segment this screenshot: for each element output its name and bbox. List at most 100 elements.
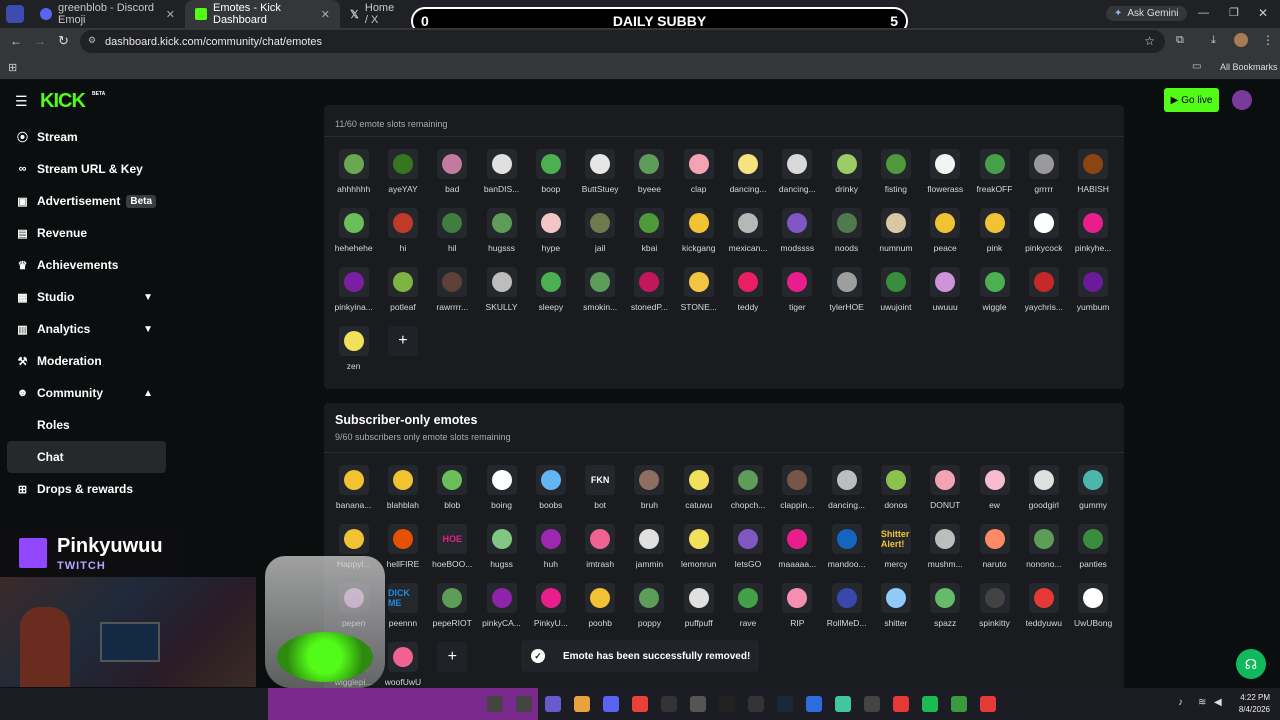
emote-item[interactable]: hype xyxy=(526,208,575,267)
tab-kick-dashboard[interactable]: Emotes - Kick Dashboard ✕ xyxy=(185,0,340,28)
ask-gemini-button[interactable]: ✦ Ask Gemini xyxy=(1106,6,1187,21)
emote-item[interactable]: bruh xyxy=(625,465,674,524)
emote-item[interactable]: woofUwU xyxy=(378,642,427,688)
emote-item[interactable]: uwuuu xyxy=(921,267,970,326)
emote-item[interactable]: poohb xyxy=(575,583,624,642)
sidebar-item-moderation[interactable]: ⚒ Moderation xyxy=(0,345,175,377)
emote-item[interactable]: ahhhhhh xyxy=(329,149,378,208)
emote-item[interactable]: uwujoint xyxy=(871,267,920,326)
taskbar-app-icon[interactable] xyxy=(544,696,561,712)
maximize-icon[interactable]: ❐ xyxy=(1229,6,1239,19)
emote-item[interactable]: jammin xyxy=(625,524,674,583)
sidebar-item-community[interactable]: ☻ Community ▲ xyxy=(0,377,175,409)
sidebar-item-achievements[interactable]: ♛ Achievements xyxy=(0,249,175,281)
taskbar-app-icon[interactable] xyxy=(631,696,648,712)
emote-item[interactable]: boobs xyxy=(526,465,575,524)
emote-item[interactable]: ew xyxy=(970,465,1019,524)
clock-date[interactable]: 8/4/2026 xyxy=(1234,705,1270,714)
emote-item[interactable]: pinkyhe... xyxy=(1068,208,1117,267)
close-icon[interactable]: ✕ xyxy=(166,8,175,21)
emote-item[interactable]: DONUT xyxy=(921,465,970,524)
tab-search-icon[interactable] xyxy=(6,5,24,23)
site-info-icon[interactable]: ⚙ xyxy=(88,35,96,46)
taskbar-app-icon[interactable] xyxy=(747,696,764,712)
emote-item[interactable]: tylerHOE xyxy=(822,267,871,326)
emote-item[interactable]: kickgang xyxy=(674,208,723,267)
emote-item[interactable]: teddy xyxy=(723,267,772,326)
sidebar-item-chat[interactable]: Chat xyxy=(7,441,166,473)
emote-item[interactable]: lemonrun xyxy=(674,524,723,583)
emote-item[interactable]: imtrash xyxy=(575,524,624,583)
sidebar-item-roles[interactable]: Roles xyxy=(0,409,175,441)
emote-item[interactable]: teddyuwu xyxy=(1019,583,1068,642)
emote-item[interactable]: jail xyxy=(575,208,624,267)
emote-item[interactable]: smokin... xyxy=(575,267,624,326)
emote-item[interactable]: DICK ME peennn xyxy=(378,583,427,642)
emote-item[interactable]: maaaaa... xyxy=(773,524,822,583)
emote-item[interactable]: pink xyxy=(970,208,1019,267)
taskbar-app-icon[interactable] xyxy=(892,696,909,712)
emote-item[interactable]: banDIS... xyxy=(477,149,526,208)
taskbar-app-icon[interactable] xyxy=(950,696,967,712)
all-bookmarks[interactable]: All Bookmarks xyxy=(1220,62,1278,72)
emote-item[interactable]: ayeYAY xyxy=(378,149,427,208)
emote-item[interactable]: panties xyxy=(1068,524,1117,583)
emote-item[interactable]: stonedP... xyxy=(625,267,674,326)
go-live-button[interactable]: ▶ Go live xyxy=(1164,88,1219,112)
emote-item[interactable]: dancing... xyxy=(773,149,822,208)
add-emote-button[interactable]: + xyxy=(428,642,477,688)
taskbar-app-icon[interactable] xyxy=(573,696,590,712)
emote-item[interactable]: noods xyxy=(822,208,871,267)
emote-item[interactable]: boing xyxy=(477,465,526,524)
emote-item[interactable]: mandoo... xyxy=(822,524,871,583)
emote-item[interactable]: Shitter Alert! mercy xyxy=(871,524,920,583)
emote-item[interactable]: grrrrr xyxy=(1019,149,1068,208)
emote-item[interactable]: RIP xyxy=(773,583,822,642)
taskbar-app-icon[interactable] xyxy=(834,696,851,712)
emote-item[interactable]: dancing... xyxy=(822,465,871,524)
emote-item[interactable]: zen xyxy=(329,326,378,385)
tab-discord[interactable]: greenblob - Discord Emoji ✕ xyxy=(30,0,185,28)
emote-item[interactable]: donos xyxy=(871,465,920,524)
emote-item[interactable]: HOE hoeBOO... xyxy=(428,524,477,583)
forward-icon[interactable]: → xyxy=(34,34,46,48)
emote-item[interactable]: PinkyU... xyxy=(526,583,575,642)
mic-icon[interactable]: ♪ xyxy=(1178,697,1183,708)
emote-item[interactable]: HABISH xyxy=(1068,149,1117,208)
sidebar-item-stream-url-key[interactable]: ∞ Stream URL & Key xyxy=(0,153,175,185)
emote-item[interactable]: shitter xyxy=(871,583,920,642)
emote-item[interactable]: ButtStuey xyxy=(575,149,624,208)
clock-time[interactable]: 4:22 PM xyxy=(1234,693,1270,702)
emote-item[interactable]: nonono... xyxy=(1019,524,1068,583)
kick-logo[interactable]: KICK xyxy=(40,90,86,113)
emote-item[interactable]: spinkitty xyxy=(970,583,1019,642)
emote-item[interactable]: blob xyxy=(428,465,477,524)
download-icon[interactable]: ⤓ xyxy=(1211,34,1216,47)
emote-item[interactable]: chopch... xyxy=(723,465,772,524)
back-icon[interactable]: ← xyxy=(10,34,22,48)
emote-item[interactable]: clap xyxy=(674,149,723,208)
emote-item[interactable]: sleepy xyxy=(526,267,575,326)
emote-item[interactable]: wiggle xyxy=(970,267,1019,326)
close-icon[interactable]: ✕ xyxy=(321,8,330,21)
emote-item[interactable]: rave xyxy=(723,583,772,642)
emote-item[interactable]: hil xyxy=(428,208,477,267)
emote-item[interactable]: boop xyxy=(526,149,575,208)
sidebar-item-drops-rewards[interactable]: ⊞ Drops & rewards xyxy=(0,473,175,505)
emote-item[interactable]: puffpuff xyxy=(674,583,723,642)
emote-item[interactable]: pinkyina... xyxy=(329,267,378,326)
emote-item[interactable]: bad xyxy=(428,149,477,208)
taskbar-app-icon[interactable] xyxy=(776,696,793,712)
emote-item[interactable]: mexican... xyxy=(723,208,772,267)
taskbar-app-icon[interactable] xyxy=(515,696,532,712)
sidebar-item-revenue[interactable]: ▤ Revenue xyxy=(0,217,175,249)
sidebar-item-studio[interactable]: ▦ Studio ▼ xyxy=(0,281,175,313)
emote-item[interactable]: naruto xyxy=(970,524,1019,583)
sidebar-item-stream[interactable]: ⦿ Stream xyxy=(0,121,175,153)
emote-item[interactable]: RollMeD... xyxy=(822,583,871,642)
emote-item[interactable]: dancing... xyxy=(723,149,772,208)
emote-item[interactable]: SKULLY xyxy=(477,267,526,326)
taskbar-app-icon[interactable] xyxy=(689,696,706,712)
emote-item[interactable]: pepeRIOT xyxy=(428,583,477,642)
taskbar-app-icon[interactable] xyxy=(805,696,822,712)
